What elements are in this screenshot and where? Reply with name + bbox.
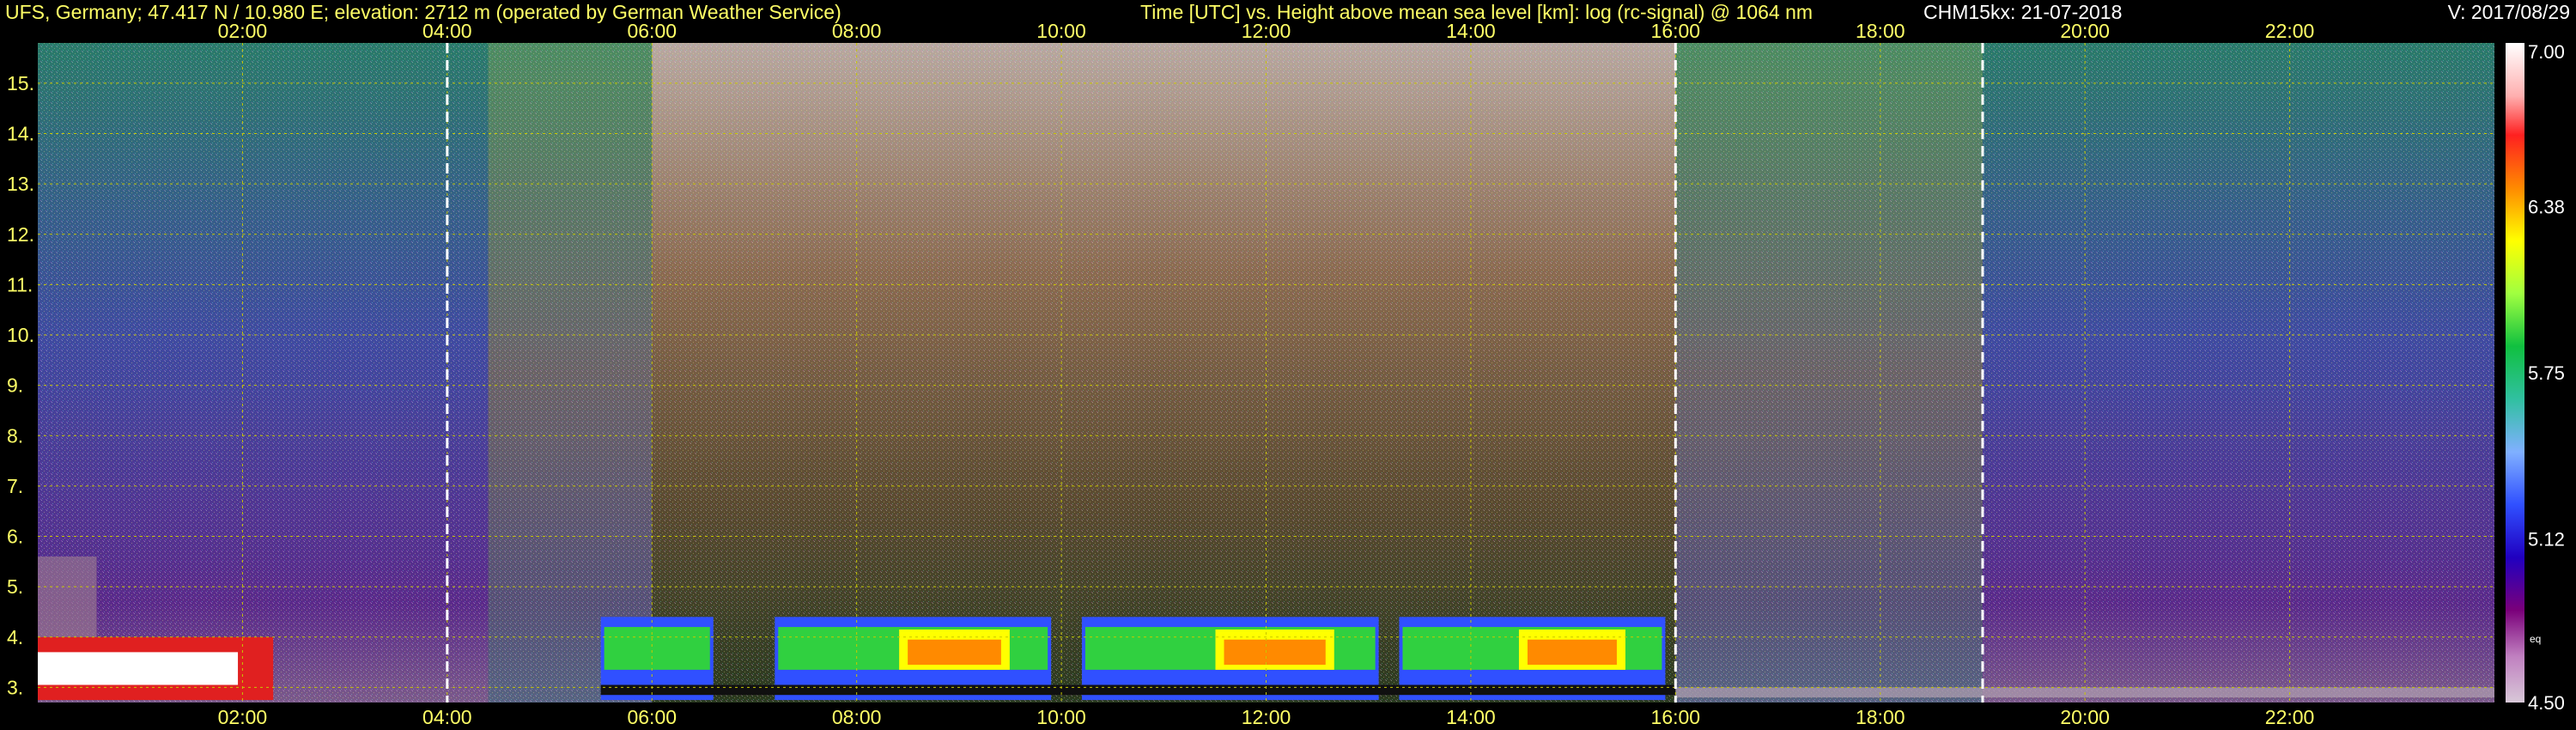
x-tick-label-top: 04:00 (422, 20, 472, 42)
x-tick-label-top: 22:00 (2265, 20, 2315, 42)
x-tick-label-top: 08:00 (832, 20, 882, 42)
x-tick-label-top: 18:00 (1856, 20, 1905, 42)
x-tick-label-bottom: 22:00 (2265, 706, 2315, 728)
colorbar-small-label: eq (2530, 633, 2541, 645)
layer-early-white (38, 652, 239, 685)
ceilometer-heatmap-chart: UFS, Germany; 47.417 N / 10.980 E; eleva… (5, 1, 2570, 728)
x-tick-label-bottom: 20:00 (2060, 706, 2110, 728)
y-tick-label: 12. (7, 223, 34, 246)
x-tick-label-bottom: 12:00 (1242, 706, 1291, 728)
x-tick-label-top: 14:00 (1446, 20, 1496, 42)
version-label: V: 2017/08/29 (2448, 1, 2570, 23)
x-tick-label-top: 12:00 (1242, 20, 1291, 42)
x-tick-label-bottom: 10:00 (1036, 706, 1086, 728)
y-tick-label: 4. (7, 626, 23, 648)
colorbar-tick-label: 5.75 (2528, 362, 2565, 384)
y-tick-label: 5. (7, 575, 23, 598)
layer-ground-dark (600, 684, 1676, 696)
x-tick-label-bottom: 08:00 (832, 706, 882, 728)
y-tick-label: 13. (7, 173, 34, 195)
y-tick-label: 6. (7, 526, 23, 548)
y-tick-label: 15. (7, 72, 34, 94)
x-tick-label-top: 16:00 (1651, 20, 1701, 42)
x-tick-label-bottom: 06:00 (627, 706, 677, 728)
y-tick-label: 14. (7, 123, 34, 145)
colorbar-gradient (2506, 43, 2524, 703)
colorbar-tick-label: 5.12 (2528, 529, 2565, 551)
x-tick-label-bottom: 16:00 (1651, 706, 1701, 728)
y-tick-label: 9. (7, 374, 23, 397)
layer-main-orange (1224, 639, 1326, 666)
y-tick-label: 3. (7, 676, 23, 698)
x-tick-label-top: 02:00 (218, 20, 268, 42)
x-tick-label-bottom: 02:00 (218, 706, 268, 728)
colorbar-tick-label: 7.00 (2528, 41, 2565, 63)
layer-main-orange (908, 639, 1001, 666)
layer-main-orange (1527, 639, 1617, 666)
y-tick-label: 8. (7, 424, 23, 447)
x-axis-bottom: 02:00 04:00 06:00 08:00 10:00 12:00 14:00 16:00… (218, 706, 2315, 728)
colorbar: 7.00 6.38 5.75 5.12 4.50 eq (2506, 41, 2565, 714)
layer-main-green (604, 627, 710, 670)
layer-early-high (38, 556, 97, 637)
colorbar-tick-label: 6.38 (2528, 196, 2565, 217)
y-tick-label: 10. (7, 324, 34, 346)
x-tick-label-bottom: 14:00 (1446, 706, 1496, 728)
plot-area (38, 43, 2494, 703)
x-tick-label-bottom: 04:00 (422, 706, 472, 728)
y-axis: 3. 4. 5. 6. 7. 8. 9. 10. 11. 12. 13. 14. 15. (7, 72, 34, 699)
x-tick-label-top: 06:00 (627, 20, 677, 42)
y-tick-label: 11. (7, 273, 33, 295)
x-tick-label-bottom: 18:00 (1856, 706, 1905, 728)
x-tick-label-top: 10:00 (1036, 20, 1086, 42)
y-tick-label: 7. (7, 475, 23, 497)
x-tick-label-top: 20:00 (2060, 20, 2110, 42)
colorbar-labels: 7.00 6.38 5.75 5.12 4.50 (2528, 41, 2565, 714)
colorbar-tick-label: 4.50 (2528, 692, 2565, 714)
